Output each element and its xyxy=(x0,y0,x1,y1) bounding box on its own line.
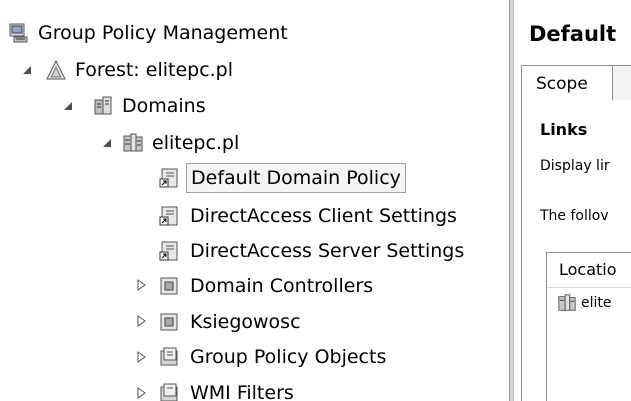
expand-arrow-icon[interactable] xyxy=(134,314,148,328)
tree-node-label: Group Policy Management xyxy=(38,22,288,44)
ou-icon xyxy=(158,311,180,333)
tab-scope-label: Scope xyxy=(536,74,588,94)
splitter[interactable] xyxy=(509,0,514,401)
tab-details[interactable] xyxy=(612,65,631,101)
tree-item-directaccess-client-settings[interactable]: DirectAccess Client Settings xyxy=(158,201,461,231)
gpo-link-icon xyxy=(158,240,180,262)
list-item-label: elite xyxy=(581,295,612,311)
tab-scope[interactable]: Scope xyxy=(521,65,613,101)
tree-item-label: DirectAccess Server Settings xyxy=(190,240,465,262)
expand-arrow-icon[interactable] xyxy=(134,386,148,400)
column-header-location[interactable]: Locatio xyxy=(547,253,631,288)
domain-icon xyxy=(122,132,144,154)
domains-icon xyxy=(92,95,114,117)
tree-node-label: elitepc.pl xyxy=(152,132,240,154)
list-item[interactable]: elite xyxy=(557,293,612,313)
console-tree: Group Policy Management Forest: elitepc.… xyxy=(0,0,509,401)
collapse-arrow-icon[interactable] xyxy=(100,136,114,150)
tab-strip: Scope xyxy=(521,60,631,101)
wmi-folder-icon xyxy=(158,382,180,401)
tree-item-label: WMI Filters xyxy=(190,382,294,401)
tree-node-label: Domains xyxy=(122,95,206,117)
tree-item-directaccess-server-settings[interactable]: DirectAccess Server Settings xyxy=(158,236,468,266)
details-pane: Default Scope Links Display lir The foll… xyxy=(515,0,631,401)
expand-arrow-icon[interactable] xyxy=(134,278,148,292)
column-header-label: Locatio xyxy=(559,260,617,279)
collapse-arrow-icon[interactable] xyxy=(61,99,75,113)
domain-icon xyxy=(558,294,576,311)
tree-item-label: Group Policy Objects xyxy=(190,346,387,368)
links-heading: Links xyxy=(540,120,588,139)
tree-item-label: DirectAccess Client Settings xyxy=(190,205,457,227)
tree-node-forest[interactable]: Forest: elitepc.pl xyxy=(45,55,235,85)
tree-node-root[interactable]: Group Policy Management xyxy=(8,18,290,48)
links-list[interactable]: Locatio elite xyxy=(546,252,631,401)
tree-node-label: Forest: elitepc.pl xyxy=(75,59,234,81)
gpo-folder-icon xyxy=(158,346,180,368)
tree-item-default-domain-policy[interactable]: Default Domain Policy xyxy=(158,163,406,193)
gpo-link-icon xyxy=(158,167,180,189)
tree-item-label: Default Domain Policy xyxy=(186,163,406,193)
tree-item-domain-controllers[interactable]: Domain Controllers xyxy=(158,271,377,301)
gpmc-console-icon xyxy=(8,22,30,44)
forest-triangle-icon xyxy=(45,59,67,81)
display-links-text: Display lir xyxy=(540,158,610,174)
tree-item-wmi-filters[interactable]: WMI Filters xyxy=(158,378,298,401)
tree-item-group-policy-objects[interactable]: Group Policy Objects xyxy=(158,342,390,372)
expand-arrow-icon[interactable] xyxy=(134,350,148,364)
gpo-link-icon xyxy=(158,205,180,227)
tree-item-label: Ksiegowosc xyxy=(190,311,301,333)
tree-item-label: Domain Controllers xyxy=(190,275,374,297)
tree-node-domain[interactable]: elitepc.pl xyxy=(122,128,241,158)
tree-item-ksiegowosc[interactable]: Ksiegowosc xyxy=(158,307,305,337)
tree-node-domains[interactable]: Domains xyxy=(92,91,208,121)
details-title: Default xyxy=(529,22,617,46)
ou-icon xyxy=(158,275,180,297)
collapse-arrow-icon[interactable] xyxy=(20,63,34,77)
following-text: The follov xyxy=(540,208,609,224)
